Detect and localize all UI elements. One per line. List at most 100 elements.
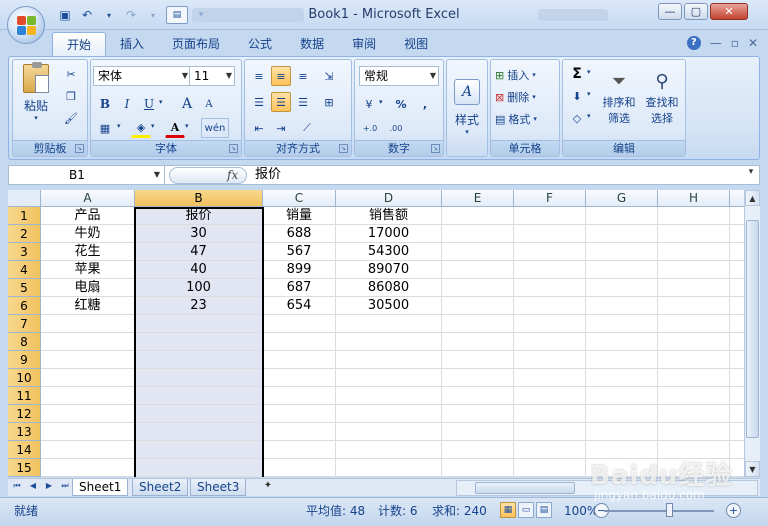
- row-header-5[interactable]: 5: [8, 279, 41, 297]
- cell-i4[interactable]: [730, 261, 744, 279]
- cell-g6[interactable]: [586, 297, 658, 315]
- cell-e1[interactable]: [442, 207, 514, 225]
- cell-d15[interactable]: [336, 459, 442, 477]
- column-header-h[interactable]: H: [658, 190, 730, 207]
- row-header-2[interactable]: 2: [8, 225, 41, 243]
- cell-i3[interactable]: [730, 243, 744, 261]
- cell-g11[interactable]: [586, 387, 658, 405]
- cell-d6[interactable]: 30500: [336, 297, 442, 315]
- fill-dropdown-icon[interactable]: ▾: [151, 122, 155, 130]
- insert-cells-button[interactable]: ⊞ 插入 ▾: [495, 66, 536, 84]
- expand-formula-bar-icon[interactable]: ▾: [744, 167, 758, 182]
- percent-button[interactable]: %: [391, 94, 411, 114]
- cell-b12[interactable]: [135, 405, 263, 423]
- cell-a13[interactable]: [41, 423, 135, 441]
- cell-c6[interactable]: 654: [263, 297, 336, 315]
- cell-g12[interactable]: [586, 405, 658, 423]
- copy-icon[interactable]: ❐: [61, 86, 81, 106]
- cell-b7[interactable]: [135, 315, 263, 333]
- first-sheet-icon[interactable]: ⏮: [10, 481, 24, 491]
- cell-e14[interactable]: [442, 441, 514, 459]
- cell-c2[interactable]: 688: [263, 225, 336, 243]
- cell-h14[interactable]: [658, 441, 730, 459]
- cell-h2[interactable]: [658, 225, 730, 243]
- cell-f11[interactable]: [514, 387, 586, 405]
- cell-c3[interactable]: 567: [263, 243, 336, 261]
- cell-c5[interactable]: 687: [263, 279, 336, 297]
- insert-sheet-icon[interactable]: ✦: [259, 480, 277, 495]
- cell-a8[interactable]: [41, 333, 135, 351]
- cell-f15[interactable]: [514, 459, 586, 477]
- cell-c13[interactable]: [263, 423, 336, 441]
- worksheet-grid[interactable]: ABCDEFGHI1产品报价销量销售额2牛奶30688170003花生47567…: [8, 190, 744, 477]
- clipboard-launcher-icon[interactable]: ↘: [75, 144, 84, 153]
- cell-c8[interactable]: [263, 333, 336, 351]
- cell-e9[interactable]: [442, 351, 514, 369]
- cell-i6[interactable]: [730, 297, 744, 315]
- cell-e2[interactable]: [442, 225, 514, 243]
- tab-formulas[interactable]: 公式: [234, 32, 286, 56]
- font-launcher-icon[interactable]: ↘: [229, 144, 238, 153]
- cell-g14[interactable]: [586, 441, 658, 459]
- cell-f5[interactable]: [514, 279, 586, 297]
- minimize-button[interactable]: —: [658, 3, 682, 20]
- cell-g5[interactable]: [586, 279, 658, 297]
- scroll-down-icon[interactable]: ▼: [745, 461, 760, 477]
- vertical-scrollbar[interactable]: ▲ ▼: [744, 190, 760, 477]
- cell-f3[interactable]: [514, 243, 586, 261]
- cell-h7[interactable]: [658, 315, 730, 333]
- align-center-icon[interactable]: ☰: [271, 92, 291, 112]
- cell-e15[interactable]: [442, 459, 514, 477]
- cell-e13[interactable]: [442, 423, 514, 441]
- cell-b15[interactable]: [135, 459, 263, 477]
- page-break-view-icon[interactable]: ▤: [536, 502, 552, 518]
- row-header-1[interactable]: 1: [8, 207, 41, 225]
- accounting-dropdown-icon[interactable]: ▾: [379, 98, 383, 106]
- cell-i5[interactable]: [730, 279, 744, 297]
- cell-i14[interactable]: [730, 441, 744, 459]
- cell-e5[interactable]: [442, 279, 514, 297]
- underline-dropdown-icon[interactable]: ▾: [159, 98, 163, 106]
- fill-icon[interactable]: ⬇: [567, 86, 587, 106]
- normal-view-icon[interactable]: ▦: [500, 502, 516, 518]
- cell-c14[interactable]: [263, 441, 336, 459]
- cell-a9[interactable]: [41, 351, 135, 369]
- cell-h12[interactable]: [658, 405, 730, 423]
- cell-d12[interactable]: [336, 405, 442, 423]
- alignment-launcher-icon[interactable]: ↘: [339, 144, 348, 153]
- column-header-c[interactable]: C: [263, 190, 336, 207]
- cell-f13[interactable]: [514, 423, 586, 441]
- cell-h13[interactable]: [658, 423, 730, 441]
- cell-h11[interactable]: [658, 387, 730, 405]
- cell-d4[interactable]: 89070: [336, 261, 442, 279]
- italic-button[interactable]: I: [117, 94, 137, 114]
- cell-e3[interactable]: [442, 243, 514, 261]
- cell-d14[interactable]: [336, 441, 442, 459]
- find-select-button[interactable]: ⚲ 查找和 选择: [641, 62, 683, 134]
- row-header-10[interactable]: 10: [8, 369, 41, 387]
- cell-g3[interactable]: [586, 243, 658, 261]
- cell-g2[interactable]: [586, 225, 658, 243]
- cell-a12[interactable]: [41, 405, 135, 423]
- bold-button[interactable]: B: [95, 94, 115, 114]
- cell-i8[interactable]: [730, 333, 744, 351]
- cell-a14[interactable]: [41, 441, 135, 459]
- decrease-decimal-icon[interactable]: .00: [385, 118, 407, 138]
- cell-d7[interactable]: [336, 315, 442, 333]
- tab-data[interactable]: 数据: [286, 32, 338, 56]
- cell-a4[interactable]: 苹果: [41, 261, 135, 279]
- ribbon-minimize-button[interactable]: —: [710, 36, 722, 50]
- cell-a1[interactable]: 产品: [41, 207, 135, 225]
- insert-function-button[interactable]: fx: [227, 166, 238, 184]
- column-header-b[interactable]: B: [135, 190, 263, 207]
- row-header-7[interactable]: 7: [8, 315, 41, 333]
- cell-i15[interactable]: [730, 459, 744, 477]
- borders-icon[interactable]: ▦: [95, 118, 115, 138]
- font-color-icon[interactable]: A: [165, 118, 185, 138]
- cell-b8[interactable]: [135, 333, 263, 351]
- row-header-14[interactable]: 14: [8, 441, 41, 459]
- prev-sheet-icon[interactable]: ◀: [26, 481, 40, 491]
- cell-d2[interactable]: 17000: [336, 225, 442, 243]
- cell-b1[interactable]: 报价: [135, 207, 263, 225]
- zoom-in-icon[interactable]: +: [726, 503, 741, 518]
